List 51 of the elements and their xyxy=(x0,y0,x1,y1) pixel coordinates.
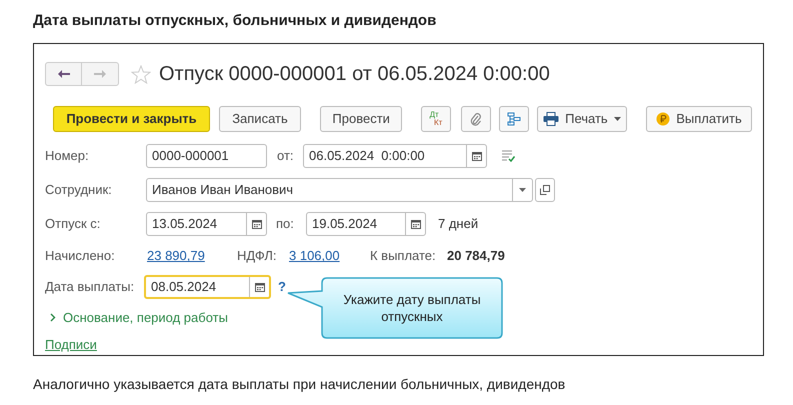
calendar-icon[interactable] xyxy=(410,219,420,229)
field-label: К выплате: xyxy=(370,247,437,266)
chevron-icon xyxy=(48,313,57,322)
toolbar-button[interactable]: Записать xyxy=(218,106,301,132)
attach-button[interactable] xyxy=(460,106,492,132)
field-label: Отпуск с: xyxy=(45,215,102,234)
field-label: НДФЛ: xyxy=(237,247,278,266)
caption-text: Аналогично указывается дата выплаты при начислении больничных, дивидендов xyxy=(33,375,566,394)
star-icon[interactable] xyxy=(131,64,151,84)
document-check-icon[interactable] xyxy=(501,150,515,162)
print-button[interactable]: Печать xyxy=(536,106,628,132)
basis-toggle[interactable]: Основание, период работы xyxy=(48,308,228,328)
field-label: Начислено: xyxy=(45,247,116,266)
days-count: 7 дней xyxy=(438,215,478,234)
date-field[interactable]: 06.05.2024 0:00:00 xyxy=(303,144,487,168)
date-field[interactable]: 19.05.2024 xyxy=(306,212,426,236)
pay-button[interactable]: Выплатить xyxy=(646,106,752,132)
field-label: по: xyxy=(276,215,295,234)
back-arrow-icon xyxy=(58,70,70,78)
calendar-icon[interactable] xyxy=(472,151,482,161)
signatures-link[interactable]: Подписи xyxy=(45,334,97,354)
accrued-link[interactable]: 23 890,79 xyxy=(147,246,237,266)
forward-arrow-icon xyxy=(94,70,106,78)
employee-field[interactable]: Иванов Иван Иванович xyxy=(146,178,533,202)
help-link[interactable]: ? xyxy=(278,277,286,297)
pay-date-field[interactable]: 08.05.2024 xyxy=(144,275,271,299)
calendar-icon[interactable] xyxy=(252,219,262,229)
tax-link[interactable]: 3 106,00 xyxy=(289,246,370,266)
post-and-close-button[interactable]: Провести и закрыть xyxy=(53,106,210,132)
paperclip-icon xyxy=(470,112,482,126)
document-title: Отпуск 0000-000001 от 06.05.2024 0:00:00 xyxy=(159,62,550,87)
field-label: от: xyxy=(277,147,295,166)
field-label: Дата выплаты: xyxy=(45,278,136,296)
dropdown-icon[interactable] xyxy=(519,188,526,192)
calendar-icon[interactable] xyxy=(254,282,264,292)
structure-button[interactable] xyxy=(499,106,529,132)
field-label: Сотрудник: xyxy=(45,181,113,200)
page-heading: Дата выплаты отпускных, больничных и дивидендов xyxy=(33,11,436,31)
payable-amount: 20 784,79 xyxy=(447,247,505,266)
hierarchy-icon xyxy=(507,112,522,126)
open-button[interactable] xyxy=(535,178,555,202)
printer-icon xyxy=(543,112,560,126)
debit-credit-button[interactable]: Дт Кт xyxy=(421,106,451,132)
date-field[interactable]: 13.05.2024 xyxy=(146,212,267,236)
field-label: Номер: xyxy=(45,147,90,166)
open-window-icon xyxy=(540,185,550,195)
toolbar-button[interactable]: Провести xyxy=(320,106,402,132)
callout-text: Укажите дату выплаты отпускных xyxy=(342,291,482,325)
number-field[interactable]: 0000-000001 xyxy=(146,144,267,168)
coin-icon xyxy=(656,112,670,126)
caret-icon xyxy=(614,117,621,121)
